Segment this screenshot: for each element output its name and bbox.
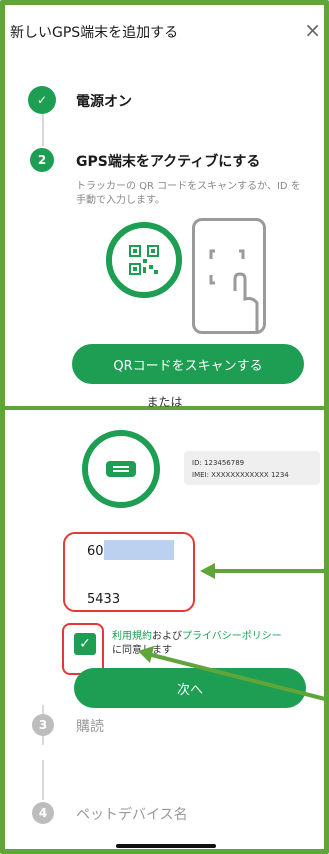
imei-field[interactable]: 5433 xyxy=(87,592,120,607)
close-icon[interactable]: × xyxy=(304,18,321,42)
step-3-label: 購読 xyxy=(76,719,104,735)
redacted-area xyxy=(104,540,174,560)
device-id-card: ID: 123456789 IMEI: XXXXXXXXXXXX 1234 xyxy=(184,451,320,485)
qr-code-icon xyxy=(106,222,182,298)
step-4-label: ペットデバイス名 xyxy=(76,807,188,823)
terms-checkbox[interactable]: ✓ xyxy=(74,633,96,655)
dialog-title: 新しいGPS端末を追加する xyxy=(10,25,179,41)
step-1-label: 電源オン xyxy=(76,94,132,110)
device-id-field[interactable]: 60 xyxy=(87,544,104,559)
step-3-number: 3 xyxy=(32,714,54,736)
scan-qr-button[interactable]: QRコードをスキャンする xyxy=(72,344,304,384)
terms-text: 利用規約およびプライバシーポリシー に同意します xyxy=(112,631,282,656)
next-button[interactable]: 次へ xyxy=(74,668,306,708)
step-2-number: 2 xyxy=(30,148,54,172)
home-indicator xyxy=(116,844,216,848)
step-2-description: トラッカーの QR コードをスキャンするか、ID を手動で入力します。 xyxy=(76,181,301,206)
device-id-text: ID: 123456789 xyxy=(192,459,245,467)
privacy-link[interactable]: プライバシーポリシー xyxy=(182,631,282,642)
terms-link[interactable]: 利用規約 xyxy=(112,631,152,642)
step-4-number: 4 xyxy=(32,802,54,824)
timeline-line xyxy=(42,112,44,146)
or-separator: または xyxy=(146,395,183,409)
tracker-device-icon xyxy=(82,430,160,508)
phone-scan-icon xyxy=(192,218,266,334)
step-1-check-icon: ✓ xyxy=(28,86,56,114)
device-imei-text: IMEI: XXXXXXXXXXXX 1234 xyxy=(192,471,289,479)
timeline-line xyxy=(42,760,44,800)
step-2-label: GPS端末をアクティブにする xyxy=(76,154,261,170)
